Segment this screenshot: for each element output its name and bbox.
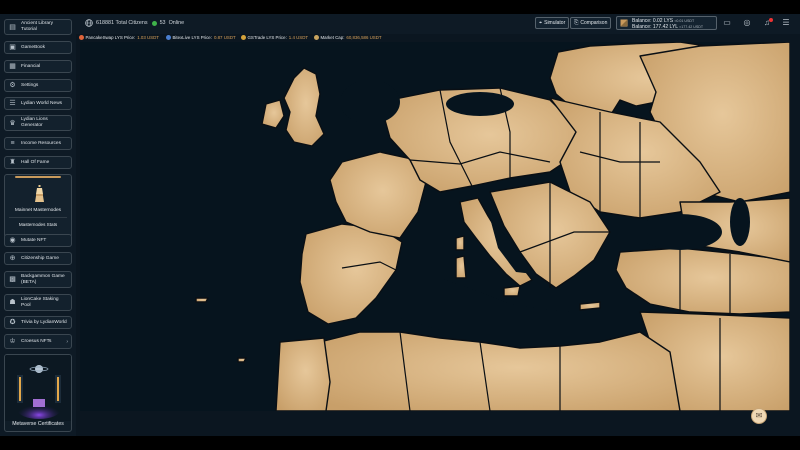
- citizenship-icon: ⊕: [9, 255, 16, 262]
- backgammon-icon: ▩: [9, 276, 16, 283]
- trophy-icon: ♜: [9, 159, 16, 166]
- market-cap-icon: [314, 35, 319, 40]
- mail-button[interactable]: ✉: [751, 408, 767, 424]
- globe-icon: [85, 19, 93, 27]
- balance-lyl: Balance: 177.42 LYL ≈177.42 USDT: [632, 24, 704, 30]
- gamebook-icon: ▣: [9, 44, 16, 51]
- sidebar-item-financial[interactable]: ▦ Financial: [4, 60, 72, 73]
- citizens-label: Total Citizens: [115, 20, 148, 26]
- sidebar-item-ancient-library-tutorial[interactable]: ▤ Ancient Library Tutorial: [4, 19, 72, 35]
- sidebar: ▤ Ancient Library Tutorial ▣ GameBook ▦ …: [0, 14, 76, 436]
- market-cap: Market Cap: 60,836,586 USDT: [314, 35, 382, 40]
- comparison-button[interactable]: ⎘ Comparison: [570, 17, 612, 29]
- sidebar-item-income-resources[interactable]: ≡ Income Resources: [4, 137, 72, 150]
- pancakeswap-price: PancakeSwap LYS Price: 1.03 USDT: [79, 35, 159, 40]
- masternodes-divider: [9, 217, 67, 218]
- gear-icon: ⚙: [9, 82, 16, 89]
- pin-icon: ⌖: [539, 19, 543, 26]
- region-morocco: [275, 337, 331, 411]
- book-icon: ▤: [9, 23, 16, 31]
- simulator-button[interactable]: ⌖ Simulator: [535, 17, 570, 29]
- sidebar-item-trivia[interactable]: ✪ Trivia by LydianWorld: [4, 316, 72, 329]
- notification-badge: [769, 18, 773, 22]
- baltic-sea: [446, 92, 514, 116]
- trivia-icon: ✪: [9, 319, 16, 326]
- income-icon: ≡: [10, 140, 15, 147]
- mail-icon: ✉: [755, 411, 763, 420]
- region-madeira: [237, 357, 247, 363]
- metaverse-planet-icon: [5, 355, 71, 421]
- region-sicily: [503, 285, 521, 297]
- world-map[interactable]: [80, 42, 790, 411]
- metaverse-certificates-label: Metaverse Certificates: [12, 421, 64, 427]
- region-crete: [579, 301, 601, 311]
- token-icon: [620, 19, 628, 27]
- region-azores: [195, 297, 209, 303]
- gstrade-icon: [241, 35, 246, 40]
- sidebar-item-gamebook[interactable]: ▣ GameBook: [4, 41, 72, 54]
- masternodes-title: Mainnet Masternodes: [14, 208, 62, 213]
- north-sea: [340, 80, 400, 124]
- europe-map-svg[interactable]: [80, 42, 790, 411]
- app-frame: ▤ Ancient Library Tutorial ▣ GameBook ▦ …: [0, 14, 800, 436]
- sidebar-item-croesus-nfts[interactable]: ♔ Croesus NFTs ›: [4, 334, 72, 349]
- staking-icon: ☗: [9, 299, 16, 306]
- menu-icon[interactable]: ☰: [781, 18, 791, 28]
- citizens-counter: 618881 Total Citizens 53 Online: [85, 19, 184, 27]
- sidebar-item-lydian-world-news[interactable]: ☰ Lydian World News: [4, 97, 72, 110]
- news-icon: ☰: [9, 100, 16, 107]
- croesus-icon: ♔: [9, 338, 16, 345]
- top-bar: 618881 Total Citizens 53 Online ⌖ Simula…: [76, 14, 800, 34]
- metaverse-certificates-card[interactable]: Metaverse Certificates: [4, 354, 72, 432]
- region-sardinia: [455, 255, 467, 279]
- mutate-icon: ◉: [9, 237, 16, 244]
- lion-icon: ♛: [9, 119, 16, 127]
- masternode-tower-icon: [35, 185, 44, 202]
- sidebar-item-lioncake-staking-pool[interactable]: ☗ LionCake Staking Pool: [4, 294, 72, 311]
- online-status-icon: [151, 20, 157, 26]
- balance-panel[interactable]: Balance: 0.02 LYS ≈0.01 USDT Balance: 17…: [616, 16, 717, 30]
- profile-icon[interactable]: ◎: [742, 18, 752, 28]
- sidebar-item-hall-of-fame[interactable]: ♜ Hall Of Fame: [4, 156, 72, 169]
- sidebar-item-mutate-nft[interactable]: ◉ Mutate NFT: [4, 234, 72, 247]
- wallet-icon[interactable]: ▭: [722, 18, 732, 28]
- sidebar-item-settings[interactable]: ⚙ Settings: [4, 79, 72, 92]
- sidebar-item-lydian-lions-generator[interactable]: ♛ Lydian Lions Generator: [4, 115, 72, 131]
- bitexlive-price: BitexLive LYS Price: 0.87 USDT: [166, 35, 236, 40]
- chevron-right-icon: ›: [66, 338, 68, 345]
- online-label: Online: [168, 20, 185, 26]
- region-corsica: [455, 235, 465, 251]
- masternodes-stats-link[interactable]: Masternodes Stats: [5, 222, 71, 227]
- caspian-sea: [730, 198, 750, 246]
- citizens-count: 618881: [96, 20, 114, 26]
- bitexlive-icon: [166, 35, 171, 40]
- masternodes-progress-bar: [15, 176, 61, 178]
- compare-icon: ⎘: [574, 19, 579, 26]
- masternodes-card[interactable]: Mainnet Masternodes Masternodes Stats: [4, 174, 72, 238]
- sidebar-item-citizenship-game[interactable]: ⊕ Citizenship Game: [4, 252, 72, 265]
- gstrade-price: GSTrade LYS Price: 1.4 USDT: [241, 35, 308, 40]
- sidebar-item-backgammon-game[interactable]: ▩ Backgammon Game (BETA): [4, 271, 72, 288]
- financial-icon: ▦: [9, 63, 16, 70]
- pancakeswap-icon: [79, 35, 84, 40]
- online-count: 53: [159, 20, 166, 26]
- price-ticker: PancakeSwap LYS Price: 1.03 USDT BitexLiv…: [76, 34, 800, 42]
- black-sea: [638, 214, 722, 250]
